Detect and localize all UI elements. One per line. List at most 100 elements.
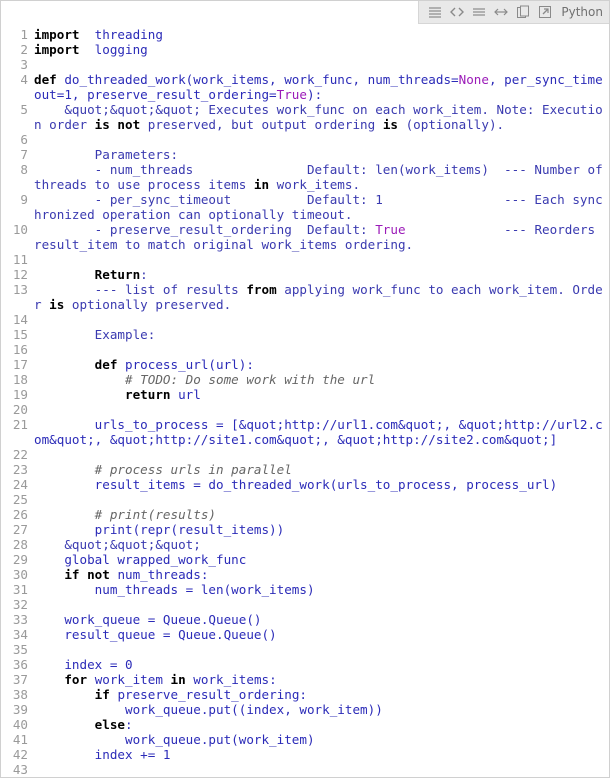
code-line: 30 if not num_threads:	[1, 567, 609, 582]
line-text: index = 0	[34, 657, 609, 672]
code-token: Example:	[94, 327, 156, 342]
code-line: 41 work_queue.put(work_item)	[1, 732, 609, 747]
line-text: ​	[34, 342, 609, 357]
code-token: :	[125, 717, 133, 732]
line-number: 6	[20, 132, 28, 147]
line-text: - per_sync_timeout Default: 1 --- Each s…	[34, 192, 609, 222]
code-line: 23 # process urls in parallel	[1, 462, 609, 477]
view-source-icon[interactable]	[427, 4, 443, 20]
code-line: 33 work_queue = Queue.Queue()	[1, 612, 609, 627]
line-text: Example:	[34, 327, 609, 342]
line-number: 35	[12, 642, 28, 657]
line-number: 24	[12, 477, 28, 492]
code-line: 20 ​	[1, 402, 609, 417]
code-line: 14 ​	[1, 312, 609, 327]
popout-icon[interactable]	[537, 4, 553, 20]
code-token: in	[253, 177, 270, 192]
wrap-icon[interactable]	[471, 4, 487, 20]
line-number: 11	[12, 252, 28, 267]
code-toolbar: Python	[418, 1, 609, 24]
line-number: 30	[12, 567, 28, 582]
copy-icon[interactable]	[515, 4, 531, 20]
expand-icon[interactable]	[493, 4, 509, 20]
code-token: return	[125, 387, 171, 402]
code-token: print(repr(result_items))	[94, 522, 285, 537]
code-line: 35 ​	[1, 642, 609, 657]
code-token: # process urls in parallel	[94, 462, 292, 477]
line-number: 10	[12, 222, 28, 237]
code-line: 13 --- list of results from applying wor…	[1, 282, 609, 312]
line-text: ​	[34, 312, 609, 327]
code-token: result_queue = Queue.Queue()	[64, 627, 277, 642]
line-text: ​	[34, 492, 609, 507]
code-line: 10 - preserve_result_ordering Default: T…	[1, 222, 609, 252]
code-token: - preserve_result_ordering Default:	[94, 222, 376, 237]
line-number: 29	[12, 552, 28, 567]
line-number: 17	[12, 357, 28, 372]
line-text: import logging	[34, 42, 609, 57]
code-line: 17 def process_url(url):	[1, 357, 609, 372]
line-text: work_queue.put((index, work_item))	[34, 702, 609, 717]
code-line: 26 # print(results)	[1, 507, 609, 522]
code-line: 18 # TODO: Do some work with the url	[1, 372, 609, 387]
code-token: - per_sync_timeout Default: 1 --- Each s…	[34, 192, 603, 222]
code-line: 5 &quot;&quot;&quot; Executes work_func …	[1, 102, 609, 132]
line-text: global wrapped_work_func	[34, 552, 609, 567]
code-token: num_threads = len(work_items)	[94, 582, 315, 597]
code-line: 40 else:	[1, 717, 609, 732]
code-line: 9 - per_sync_timeout Default: 1 --- Each…	[1, 192, 609, 222]
code-token: True	[375, 222, 406, 237]
line-number: 36	[12, 657, 28, 672]
line-text: for work_item in work_items:	[34, 672, 609, 687]
code-line: 36 index = 0	[1, 657, 609, 672]
code-line: 27 print(repr(result_items))	[1, 522, 609, 537]
line-number: 1	[20, 27, 28, 42]
line-text: # process urls in parallel	[34, 462, 609, 477]
code-token: &quot;&quot;&quot;	[64, 537, 201, 552]
line-number: 40	[12, 717, 28, 732]
line-number: 22	[12, 447, 28, 462]
code-token: index = 0	[64, 657, 133, 672]
line-text: if not num_threads:	[34, 567, 609, 582]
code-token: :	[140, 267, 148, 282]
line-text: # print(results)	[34, 507, 609, 522]
line-text: index += 1	[34, 747, 609, 762]
line-text: - num_threads Default: len(work_items) -…	[34, 162, 609, 192]
line-text: ​	[34, 132, 609, 147]
code-token: do_threaded_work(work_items, work_func, …	[64, 72, 459, 87]
code-line: 6​	[1, 132, 609, 147]
code-line: 39 work_queue.put((index, work_item))	[1, 702, 609, 717]
code-token: # print(results)	[94, 507, 216, 522]
code-line: 34 result_queue = Queue.Queue()	[1, 627, 609, 642]
code-token: True	[276, 87, 307, 102]
code-token: (optionally).	[397, 117, 505, 132]
code-token: threading	[94, 27, 163, 42]
code-icon[interactable]	[449, 4, 465, 20]
line-number: 2	[20, 42, 28, 57]
code-token: None	[458, 72, 489, 87]
code-token: +=	[140, 747, 156, 762]
line-number: 26	[12, 507, 28, 522]
line-number: 16	[12, 342, 28, 357]
code-line: 32 ​	[1, 597, 609, 612]
code-line: 42 index += 1	[1, 747, 609, 762]
code-line: 28 &quot;&quot;&quot;	[1, 537, 609, 552]
code-token: def	[34, 72, 57, 87]
line-number: 31	[12, 582, 28, 597]
line-text: Return:	[34, 267, 609, 282]
